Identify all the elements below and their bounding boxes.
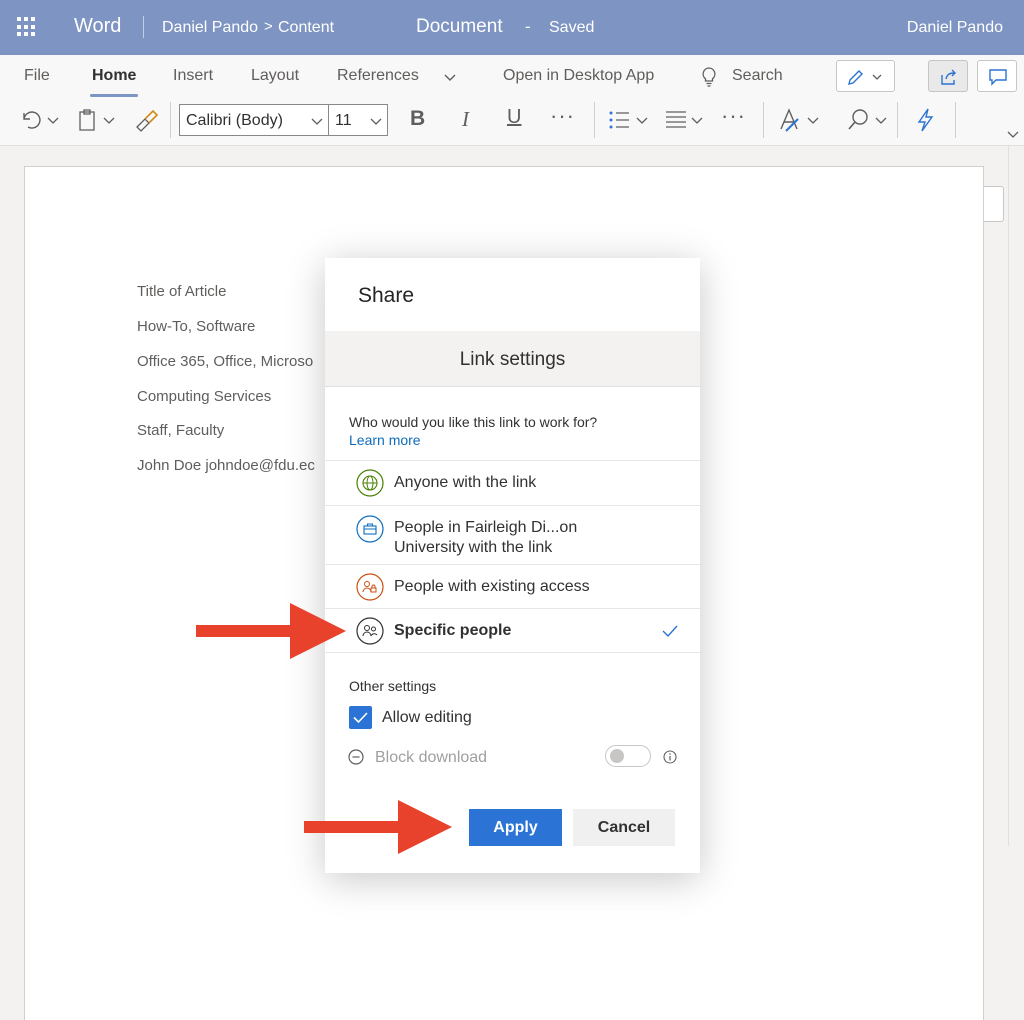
- link-audience-question: Who would you like this link to work for…: [349, 413, 609, 449]
- font-size-select[interactable]: 11: [328, 104, 388, 136]
- toggle-knob: [610, 749, 624, 763]
- header-divider: [143, 16, 144, 38]
- option-people-in-organization[interactable]: People in Fairleigh Di...on University w…: [325, 505, 700, 564]
- tab-home[interactable]: Home: [92, 67, 136, 85]
- option-specific-people[interactable]: Specific people: [325, 608, 700, 653]
- share-icon: [941, 69, 956, 85]
- link-settings-header: Link settings: [325, 331, 700, 387]
- option-label-line2: University with the link: [394, 539, 553, 556]
- option-existing-access[interactable]: People with existing access: [325, 564, 700, 608]
- block-download-label: Block download: [375, 749, 488, 766]
- save-status: Saved: [549, 19, 595, 36]
- people-lock-icon: [356, 573, 384, 601]
- account-name[interactable]: Daniel Pando: [907, 19, 1003, 37]
- font-name-select[interactable]: Calibri (Body): [179, 104, 329, 136]
- document-title[interactable]: Document: [416, 16, 503, 38]
- open-desktop-app-link[interactable]: Open in Desktop App: [503, 67, 654, 85]
- side-panel-tab[interactable]: [984, 186, 1004, 222]
- font-size-value: 11: [335, 112, 352, 129]
- tab-file[interactable]: File: [24, 67, 50, 85]
- ribbon-separator: [594, 102, 595, 138]
- italic-button[interactable]: I: [462, 107, 469, 132]
- tab-references[interactable]: References: [337, 67, 419, 85]
- checkmark-icon: [353, 712, 368, 724]
- block-download-toggle[interactable]: [605, 745, 651, 767]
- comment-icon: [989, 69, 1007, 86]
- annotation-arrow-specific-people: [196, 603, 346, 659]
- format-painter-icon[interactable]: [133, 107, 159, 133]
- app-name[interactable]: Word: [74, 15, 121, 38]
- bold-button[interactable]: B: [410, 107, 425, 131]
- document-line[interactable]: Computing Services: [137, 388, 271, 405]
- ribbon-expand-chevron-icon[interactable]: [1006, 127, 1020, 141]
- allow-editing-checkbox[interactable]: [349, 706, 372, 729]
- info-icon[interactable]: [663, 750, 677, 764]
- annotation-arrow-apply: [304, 800, 452, 854]
- align-icon[interactable]: [664, 107, 708, 133]
- ribbon-separator: [955, 102, 956, 138]
- find-icon[interactable]: [846, 107, 890, 133]
- document-line[interactable]: How-To, Software: [137, 318, 255, 335]
- allow-editing-label[interactable]: Allow editing: [382, 709, 472, 727]
- document-line[interactable]: Office 365, Office, Microso: [137, 353, 313, 370]
- document-line[interactable]: Title of Article: [137, 283, 226, 300]
- breadcrumb-folder[interactable]: Content: [278, 19, 334, 37]
- briefcase-icon: [356, 515, 384, 543]
- ribbon-separator: [897, 102, 898, 138]
- undo-icon[interactable]: [18, 107, 62, 133]
- share-dialog: Share Link settings Who would you like t…: [325, 258, 700, 873]
- learn-more-link[interactable]: Learn more: [349, 432, 421, 448]
- scrollbar-track[interactable]: [1008, 146, 1009, 846]
- app-header-bar: Word Daniel Pando > Content Document - S…: [0, 0, 1024, 55]
- cancel-button[interactable]: Cancel: [573, 809, 675, 846]
- chevron-down-icon: [370, 118, 382, 125]
- tab-layout[interactable]: Layout: [251, 67, 299, 85]
- more-font-options-button[interactable]: ···: [550, 103, 575, 129]
- share-button[interactable]: [928, 60, 968, 92]
- option-label-line1: People in Fairleigh Di...on: [394, 519, 578, 536]
- option-label: Specific people: [394, 622, 512, 639]
- question-text: Who would you like this link to work for…: [349, 414, 598, 430]
- ribbon-separator: [763, 102, 764, 138]
- breadcrumb-user[interactable]: Daniel Pando: [162, 19, 258, 37]
- font-name-value: Calibri (Body): [186, 112, 283, 129]
- selected-check-icon: [662, 625, 678, 638]
- dialog-subtitle: Link settings: [459, 349, 566, 370]
- other-settings-label: Other settings: [349, 678, 437, 694]
- lightbulb-icon: [702, 67, 716, 87]
- document-line[interactable]: Staff, Faculty: [137, 422, 224, 439]
- lightning-icon[interactable]: [913, 107, 939, 133]
- breadcrumb-chevron-icon: >: [264, 18, 273, 35]
- document-line[interactable]: John Doe johndoe@fdu.ec: [137, 457, 315, 474]
- editing-mode-button[interactable]: [836, 60, 895, 92]
- ribbon: File Home Insert Layout References Open …: [0, 55, 1024, 146]
- bullets-icon[interactable]: [607, 107, 651, 133]
- more-tabs-chevron-icon[interactable]: [441, 68, 459, 86]
- option-label: Anyone with the link: [394, 474, 537, 491]
- ribbon-separator: [170, 102, 171, 138]
- option-label: People with existing access: [394, 578, 590, 595]
- active-tab-indicator: [90, 94, 138, 97]
- app-launcher-icon[interactable]: [17, 17, 37, 37]
- chevron-down-icon: [311, 118, 323, 125]
- tab-insert[interactable]: Insert: [173, 67, 213, 85]
- comments-button[interactable]: [977, 60, 1017, 92]
- pen-icon: [848, 70, 882, 85]
- more-paragraph-options-button[interactable]: ···: [721, 103, 746, 129]
- paste-icon[interactable]: [76, 107, 120, 133]
- block-icon: [348, 749, 364, 765]
- dialog-title: Share: [358, 284, 415, 307]
- globe-icon: [356, 469, 384, 497]
- underline-button[interactable]: U: [507, 106, 521, 129]
- people-icon: [356, 617, 384, 645]
- styles-icon[interactable]: [778, 107, 822, 133]
- search-button[interactable]: Search: [732, 67, 783, 85]
- option-anyone-with-link[interactable]: Anyone with the link: [325, 460, 700, 505]
- apply-button[interactable]: Apply: [469, 809, 562, 846]
- title-separator: -: [525, 17, 531, 36]
